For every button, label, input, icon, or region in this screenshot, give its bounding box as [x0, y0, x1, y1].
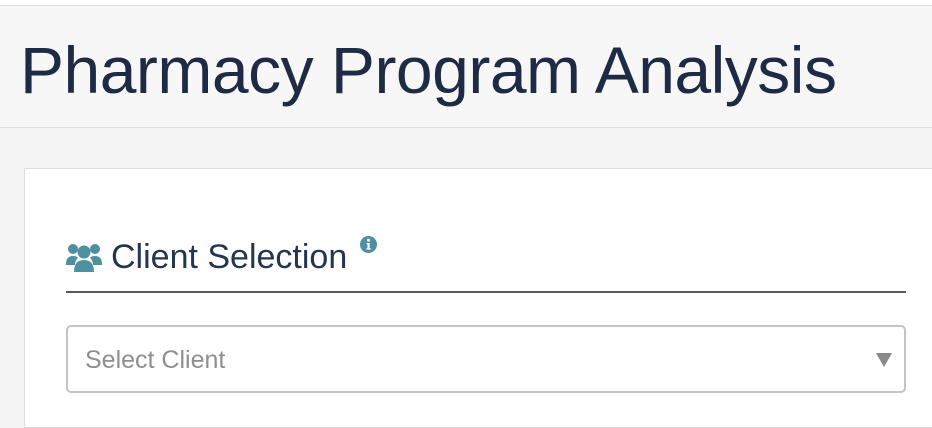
- client-selection-header: Client Selection: [66, 235, 906, 293]
- info-icon[interactable]: [360, 236, 377, 253]
- client-select[interactable]: Select Client: [66, 325, 906, 393]
- caret-down-icon: [876, 353, 892, 367]
- section-title: Client Selection: [111, 238, 348, 276]
- client-selection-card: Client Selection Select Client: [24, 168, 932, 428]
- client-select-placeholder: Select Client: [85, 346, 226, 374]
- users-icon: [66, 241, 102, 273]
- page-title: Pharmacy Program Analysis: [20, 33, 837, 107]
- page-header: Pharmacy Program Analysis: [0, 6, 932, 128]
